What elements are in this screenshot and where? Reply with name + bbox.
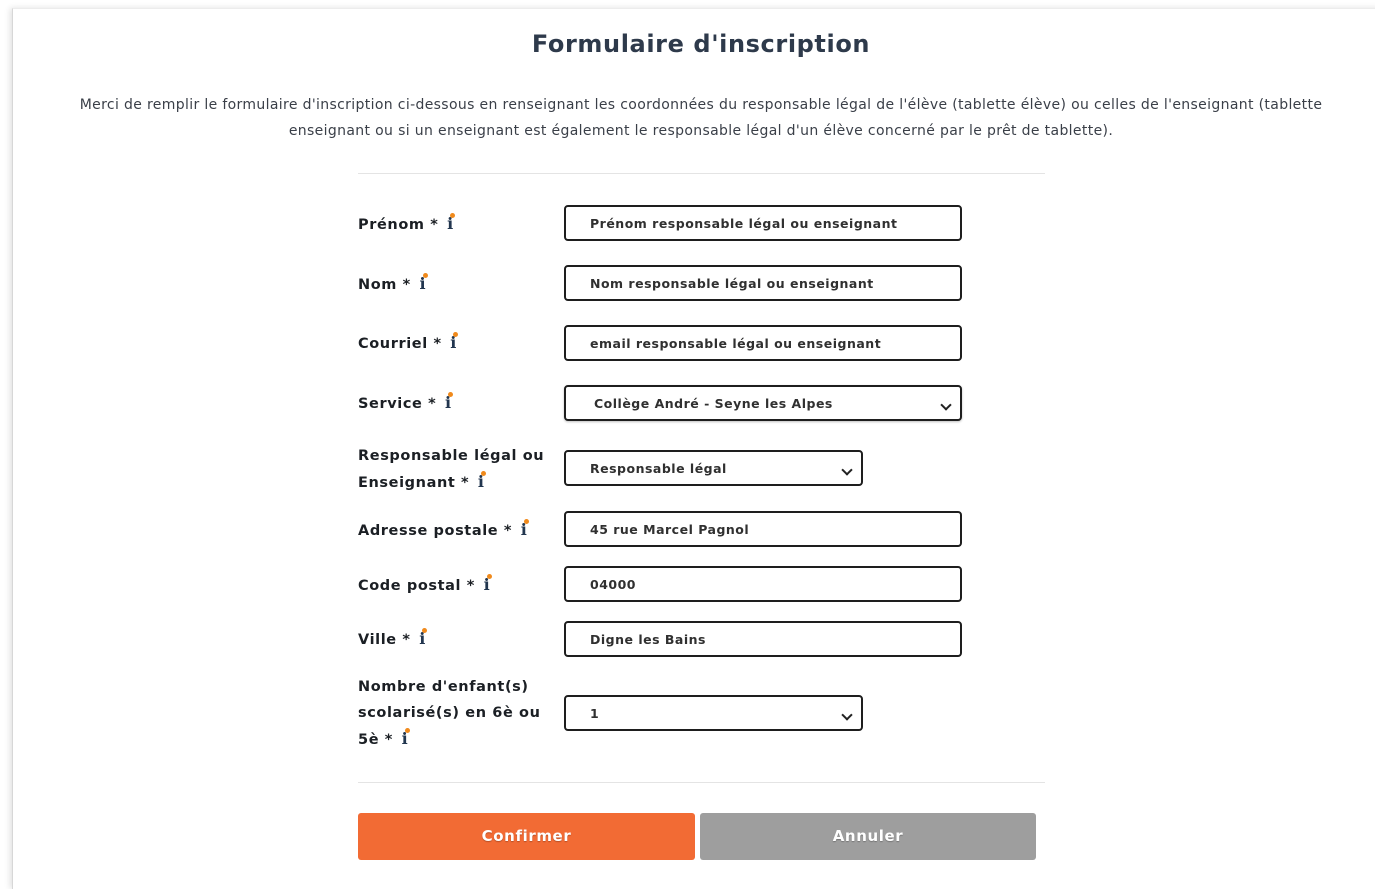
chevron-down-icon bbox=[841, 464, 853, 476]
prenom-label: Prénom * i bbox=[358, 211, 455, 238]
enfants-label-line1: Nombre d'enfant(s) bbox=[358, 679, 529, 695]
role-label-line1: Responsable légal ou bbox=[358, 448, 545, 464]
enfants-label: Nombre d'enfant(s) scolarisé(s) en 6è ou… bbox=[358, 674, 541, 753]
service-label: Service * i bbox=[358, 390, 453, 417]
service-select[interactable]: Collège André - Seyne les Alpes bbox=[564, 385, 962, 421]
info-icon[interactable]: i bbox=[402, 726, 410, 752]
top-divider bbox=[358, 173, 1045, 174]
prenom-input[interactable]: Prénom responsable légal ou enseignant bbox=[564, 205, 962, 241]
info-icon[interactable]: i bbox=[450, 330, 458, 356]
nom-label-text: Nom * bbox=[358, 277, 411, 293]
cancel-button[interactable]: Annuler bbox=[700, 813, 1036, 860]
intro-line-2: enseignant ou si un enseignant est égale… bbox=[288, 123, 1114, 139]
courriel-label: Courriel * i bbox=[358, 330, 458, 357]
ville-label: Ville * i bbox=[358, 626, 427, 653]
service-select-value: Collège André - Seyne les Alpes bbox=[594, 396, 833, 411]
service-label-text: Service * bbox=[358, 396, 437, 412]
code-postal-input[interactable]: 04000 bbox=[564, 566, 962, 602]
page-title: Formulaire d'inscription bbox=[531, 30, 871, 58]
info-icon[interactable]: i bbox=[484, 572, 492, 598]
enfants-select-value: 1 bbox=[590, 706, 600, 721]
bottom-divider bbox=[358, 782, 1045, 783]
enfants-select[interactable]: 1 bbox=[564, 695, 863, 731]
chevron-down-icon bbox=[841, 709, 853, 721]
info-icon[interactable]: i bbox=[420, 271, 428, 297]
enfants-label-line2: scolarisé(s) en 6è ou bbox=[358, 705, 541, 721]
role-select[interactable]: Responsable légal bbox=[564, 450, 863, 486]
info-icon[interactable]: i bbox=[521, 517, 529, 543]
info-icon[interactable]: i bbox=[419, 626, 427, 652]
adresse-label: Adresse postale * i bbox=[358, 517, 529, 544]
role-select-value: Responsable légal bbox=[590, 461, 727, 476]
adresse-input[interactable]: 45 rue Marcel Pagnol bbox=[564, 511, 962, 547]
ville-label-text: Ville * bbox=[358, 632, 411, 648]
prenom-label-text: Prénom * bbox=[358, 217, 439, 233]
role-label: Responsable légal ou Enseignant * i bbox=[358, 443, 544, 496]
courriel-input[interactable]: email responsable légal ou enseignant bbox=[564, 325, 962, 361]
code-postal-label: Code postal * i bbox=[358, 572, 492, 599]
info-icon[interactable]: i bbox=[447, 211, 455, 237]
chevron-down-icon bbox=[940, 399, 952, 411]
enfants-label-line3: 5è * bbox=[358, 732, 393, 748]
code-postal-label-text: Code postal * bbox=[358, 578, 475, 594]
role-label-line2: Enseignant * bbox=[358, 475, 470, 491]
info-icon[interactable]: i bbox=[478, 469, 486, 495]
nom-label: Nom * i bbox=[358, 271, 428, 298]
adresse-label-text: Adresse postale * bbox=[358, 523, 513, 539]
nom-input[interactable]: Nom responsable légal ou enseignant bbox=[564, 265, 962, 301]
intro-line-1: Merci de remplir le formulaire d'inscrip… bbox=[79, 97, 1323, 113]
info-icon[interactable]: i bbox=[445, 390, 453, 416]
ville-input[interactable]: Digne les Bains bbox=[564, 621, 962, 657]
confirm-button[interactable]: Confirmer bbox=[358, 813, 695, 860]
intro-text: Merci de remplir le formulaire d'inscrip… bbox=[18, 92, 1375, 144]
courriel-label-text: Courriel * bbox=[358, 336, 442, 352]
